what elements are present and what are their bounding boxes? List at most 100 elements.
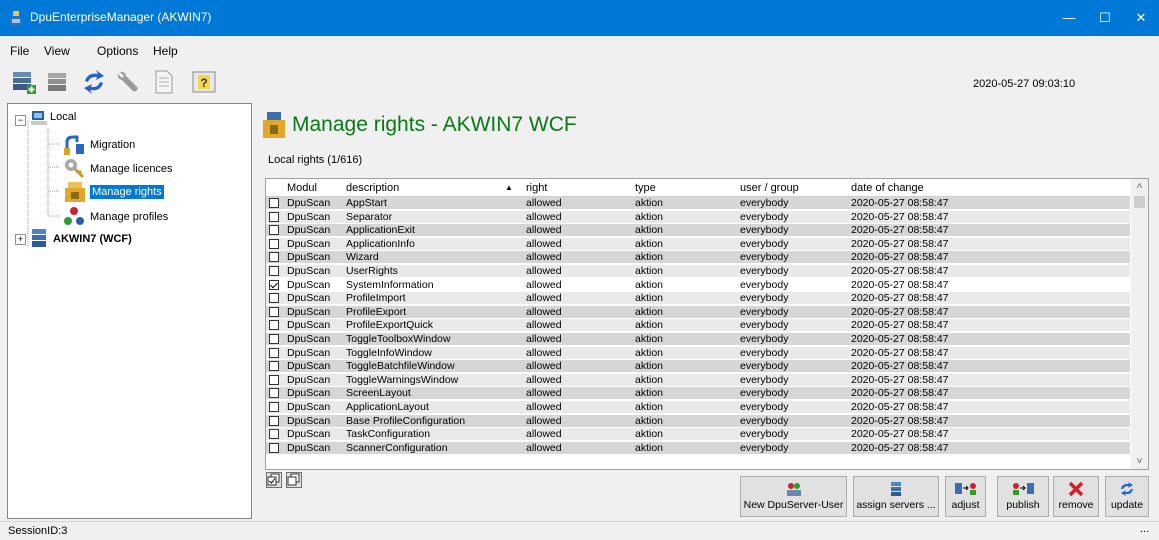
cell-date: 2020-05-27 08:58:47 bbox=[851, 197, 949, 209]
table-row[interactable]: DpuScan ApplicationLayout allowed aktion eve… bbox=[266, 401, 1130, 413]
row-checkbox[interactable] bbox=[269, 361, 279, 372]
table-row[interactable]: DpuScan ProfileExport allowed aktion everybo… bbox=[266, 305, 1130, 318]
row-checkbox[interactable] bbox=[269, 306, 279, 317]
user-icon bbox=[786, 483, 801, 496]
table-row[interactable]: DpuScan ScreenLayout allowed aktion everybod… bbox=[266, 387, 1130, 400]
menu-help[interactable]: Help bbox=[153, 44, 178, 58]
document-icon[interactable] bbox=[150, 68, 178, 96]
tree-node-migration[interactable]: Migration bbox=[90, 139, 135, 151]
database-add-icon[interactable] bbox=[10, 68, 38, 96]
cell-user-group: everybody bbox=[740, 210, 789, 223]
table-row[interactable]: DpuScan ApplicationExit allowed aktion every… bbox=[266, 224, 1130, 237]
row-checkbox[interactable] bbox=[269, 293, 279, 304]
table-row[interactable]: DpuScan ToggleWarningsWindow allowed aktion… bbox=[266, 373, 1130, 386]
wrench-icon[interactable] bbox=[114, 68, 142, 96]
update-button[interactable]: update bbox=[1105, 476, 1149, 517]
maximize-button[interactable]: ☐ bbox=[1087, 0, 1123, 36]
cell-description: ScannerConfiguration bbox=[346, 441, 448, 454]
row-checkbox[interactable] bbox=[269, 415, 279, 426]
row-checkbox[interactable] bbox=[269, 402, 279, 412]
table-row[interactable]: DpuScan ProfileExportQuick allowed aktion ev… bbox=[266, 319, 1130, 332]
assign-servers-label: assign servers ... bbox=[856, 499, 936, 511]
table-row[interactable]: DpuScan ToggleInfoWindow allowed aktion ever… bbox=[266, 346, 1130, 359]
cell-type: aktion bbox=[635, 292, 664, 305]
column-header-modul[interactable]: Modul bbox=[287, 182, 317, 194]
row-checkbox[interactable] bbox=[269, 320, 279, 331]
close-button[interactable]: ✕ bbox=[1123, 0, 1159, 36]
tree-collapse-icon[interactable]: − bbox=[15, 115, 26, 126]
cell-user-group: everybody bbox=[740, 197, 789, 209]
table-row[interactable]: DpuScan ApplicationInfo allowed aktion every… bbox=[266, 237, 1130, 250]
assign-servers-button[interactable]: assign servers ... bbox=[853, 476, 939, 517]
cell-date: 2020-05-27 08:58:47 bbox=[851, 292, 949, 305]
cell-user-group: everybody bbox=[740, 305, 789, 318]
check-all-button[interactable] bbox=[266, 472, 282, 488]
tree-node-local[interactable]: Local bbox=[50, 111, 76, 123]
scrollbar-thumb[interactable] bbox=[1134, 196, 1145, 208]
row-checkbox[interactable] bbox=[269, 442, 279, 453]
row-checkbox[interactable] bbox=[269, 334, 279, 344]
menu-view[interactable]: View bbox=[44, 44, 70, 58]
column-header-date[interactable]: date of change bbox=[851, 182, 924, 194]
tree-node-manage-profiles[interactable]: Manage profiles bbox=[90, 211, 168, 223]
tree-lines bbox=[27, 121, 60, 246]
table-row[interactable]: DpuScan Wizard allowed aktion everybody 2020-… bbox=[266, 251, 1130, 264]
tree-node-server[interactable]: AKWIN7 (WCF) bbox=[53, 233, 132, 245]
server-database-icon bbox=[32, 229, 46, 247]
adjust-button[interactable]: adjust bbox=[945, 476, 986, 517]
help-icon[interactable]: ? bbox=[190, 68, 218, 96]
tree-node-manage-rights[interactable]: Manage rights bbox=[90, 185, 164, 199]
remove-icon bbox=[1068, 481, 1084, 497]
column-header-right[interactable]: right bbox=[526, 182, 547, 194]
row-checkbox[interactable] bbox=[269, 198, 279, 208]
table-row[interactable]: DpuScan UserRights allowed aktion everybody 2… bbox=[266, 265, 1130, 277]
uncheck-all-button[interactable] bbox=[286, 472, 302, 488]
minimize-button[interactable]: — bbox=[1051, 0, 1087, 36]
row-checkbox[interactable] bbox=[269, 252, 279, 263]
tree-node-manage-licences[interactable]: Manage licences bbox=[90, 163, 173, 175]
column-header-user-group[interactable]: user / group bbox=[740, 182, 799, 194]
row-checkbox[interactable] bbox=[269, 374, 279, 385]
scroll-down-icon[interactable]: ˅ bbox=[1131, 456, 1148, 467]
cell-right: allowed bbox=[526, 333, 562, 345]
table-row[interactable]: DpuScan TaskConfiguration allowed aktion eve… bbox=[266, 428, 1130, 441]
scroll-up-icon[interactable]: ˄ bbox=[1131, 181, 1148, 192]
tree-expand-icon[interactable]: + bbox=[15, 234, 26, 245]
table-row[interactable]: DpuScan ToggleToolboxWindow allowed aktion e… bbox=[266, 333, 1130, 345]
cell-modul: DpuScan bbox=[287, 224, 331, 237]
refresh-icon[interactable] bbox=[80, 68, 108, 96]
row-checkbox[interactable] bbox=[269, 211, 279, 222]
row-checkbox[interactable] bbox=[269, 238, 279, 249]
remove-label: remove bbox=[1058, 499, 1094, 511]
cell-type: aktion bbox=[635, 441, 664, 454]
menu-file[interactable]: File bbox=[10, 44, 29, 58]
table-row[interactable]: DpuScan SystemInformation allowed aktion eve… bbox=[266, 278, 1130, 291]
column-header-type[interactable]: type bbox=[635, 182, 656, 194]
table-row[interactable]: DpuScan Separator allowed aktion everybody 20… bbox=[266, 210, 1130, 223]
table-row[interactable]: DpuScan ToggleBatchfileWindow allowed aktio… bbox=[266, 360, 1130, 373]
table-row[interactable]: DpuScan AppStart allowed aktion everybody 202… bbox=[266, 197, 1130, 209]
table-row[interactable]: DpuScan ProfileImport allowed aktion everybo… bbox=[266, 292, 1130, 305]
table-row[interactable]: DpuScan ScannerConfiguration allowed aktion… bbox=[266, 441, 1130, 454]
vertical-scrollbar[interactable]: ˄ ˅ bbox=[1131, 179, 1148, 469]
row-checkbox[interactable] bbox=[269, 388, 279, 399]
database-icon[interactable] bbox=[44, 68, 72, 96]
row-checkbox[interactable] bbox=[269, 279, 279, 290]
row-checkbox[interactable] bbox=[269, 225, 279, 236]
resize-grip[interactable]: ... bbox=[1140, 523, 1149, 535]
new-dpuserver-user-button[interactable]: New DpuServer-User bbox=[740, 476, 847, 517]
svg-text:?: ? bbox=[200, 76, 207, 90]
menu-options[interactable]: Options bbox=[97, 44, 138, 58]
rights-icon bbox=[65, 182, 85, 202]
cell-modul: DpuScan bbox=[287, 265, 331, 277]
cell-description: ProfileExport bbox=[346, 305, 407, 318]
publish-button[interactable]: publish bbox=[997, 476, 1049, 517]
cell-description: ProfileImport bbox=[346, 292, 406, 305]
remove-button[interactable]: remove bbox=[1053, 476, 1099, 517]
row-checkbox[interactable] bbox=[269, 347, 279, 358]
row-checkbox[interactable] bbox=[269, 266, 279, 276]
table-row[interactable]: DpuScan Base ProfileConfiguration allowed a… bbox=[266, 414, 1130, 427]
row-checkbox[interactable] bbox=[269, 429, 279, 440]
computer-icon bbox=[31, 111, 47, 125]
column-header-description[interactable]: description bbox=[346, 182, 399, 194]
